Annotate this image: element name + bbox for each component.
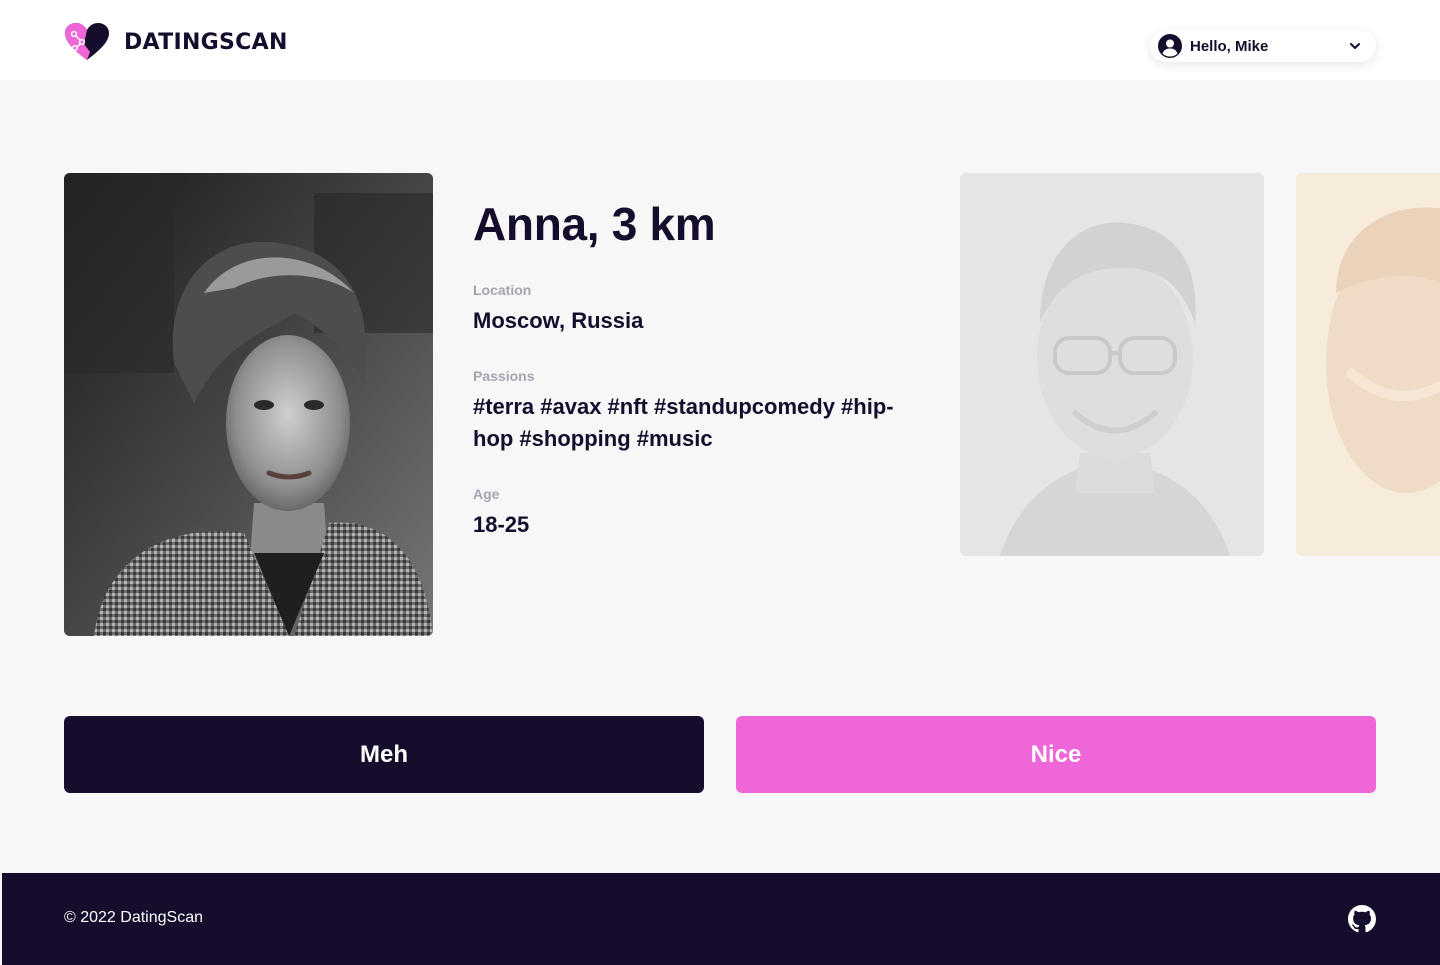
profile-info: Anna, 3 km Location Moscow, Russia Passi… bbox=[473, 196, 913, 537]
nice-button[interactable]: Nice bbox=[736, 716, 1376, 793]
profile-name: Anna, 3 km bbox=[473, 198, 716, 250]
location-value: Moscow, Russia bbox=[473, 308, 644, 333]
passions-value: #terra #avax #nft #standupcomedy #hip-ho… bbox=[473, 394, 894, 451]
user-circle-icon bbox=[1158, 34, 1182, 58]
profile-photo bbox=[64, 173, 433, 636]
brand-name: DATINGSCAN bbox=[124, 29, 288, 55]
meh-button[interactable]: Meh bbox=[64, 716, 704, 793]
header: DATINGSCAN Hello, Mike bbox=[0, 0, 1440, 80]
footer: © 2022 DatingScan bbox=[2, 873, 1440, 965]
brand-logo[interactable]: DATINGSCAN bbox=[64, 22, 288, 62]
github-icon[interactable] bbox=[1348, 905, 1376, 933]
location-label: Location bbox=[473, 282, 532, 298]
passions-label: Passions bbox=[473, 368, 535, 384]
chevron-down-icon[interactable] bbox=[1348, 39, 1362, 53]
age-value: 18-25 bbox=[473, 512, 530, 537]
heart-logo-icon bbox=[65, 23, 109, 60]
age-label: Age bbox=[473, 486, 500, 502]
user-greeting: Hello, Mike bbox=[1190, 37, 1269, 55]
upcoming-profile-card[interactable] bbox=[1296, 173, 1440, 556]
next-profile-card[interactable] bbox=[960, 173, 1264, 556]
user-menu[interactable]: Hello, Mike bbox=[1150, 30, 1376, 62]
copyright-text: © 2022 DatingScan bbox=[64, 909, 203, 926]
